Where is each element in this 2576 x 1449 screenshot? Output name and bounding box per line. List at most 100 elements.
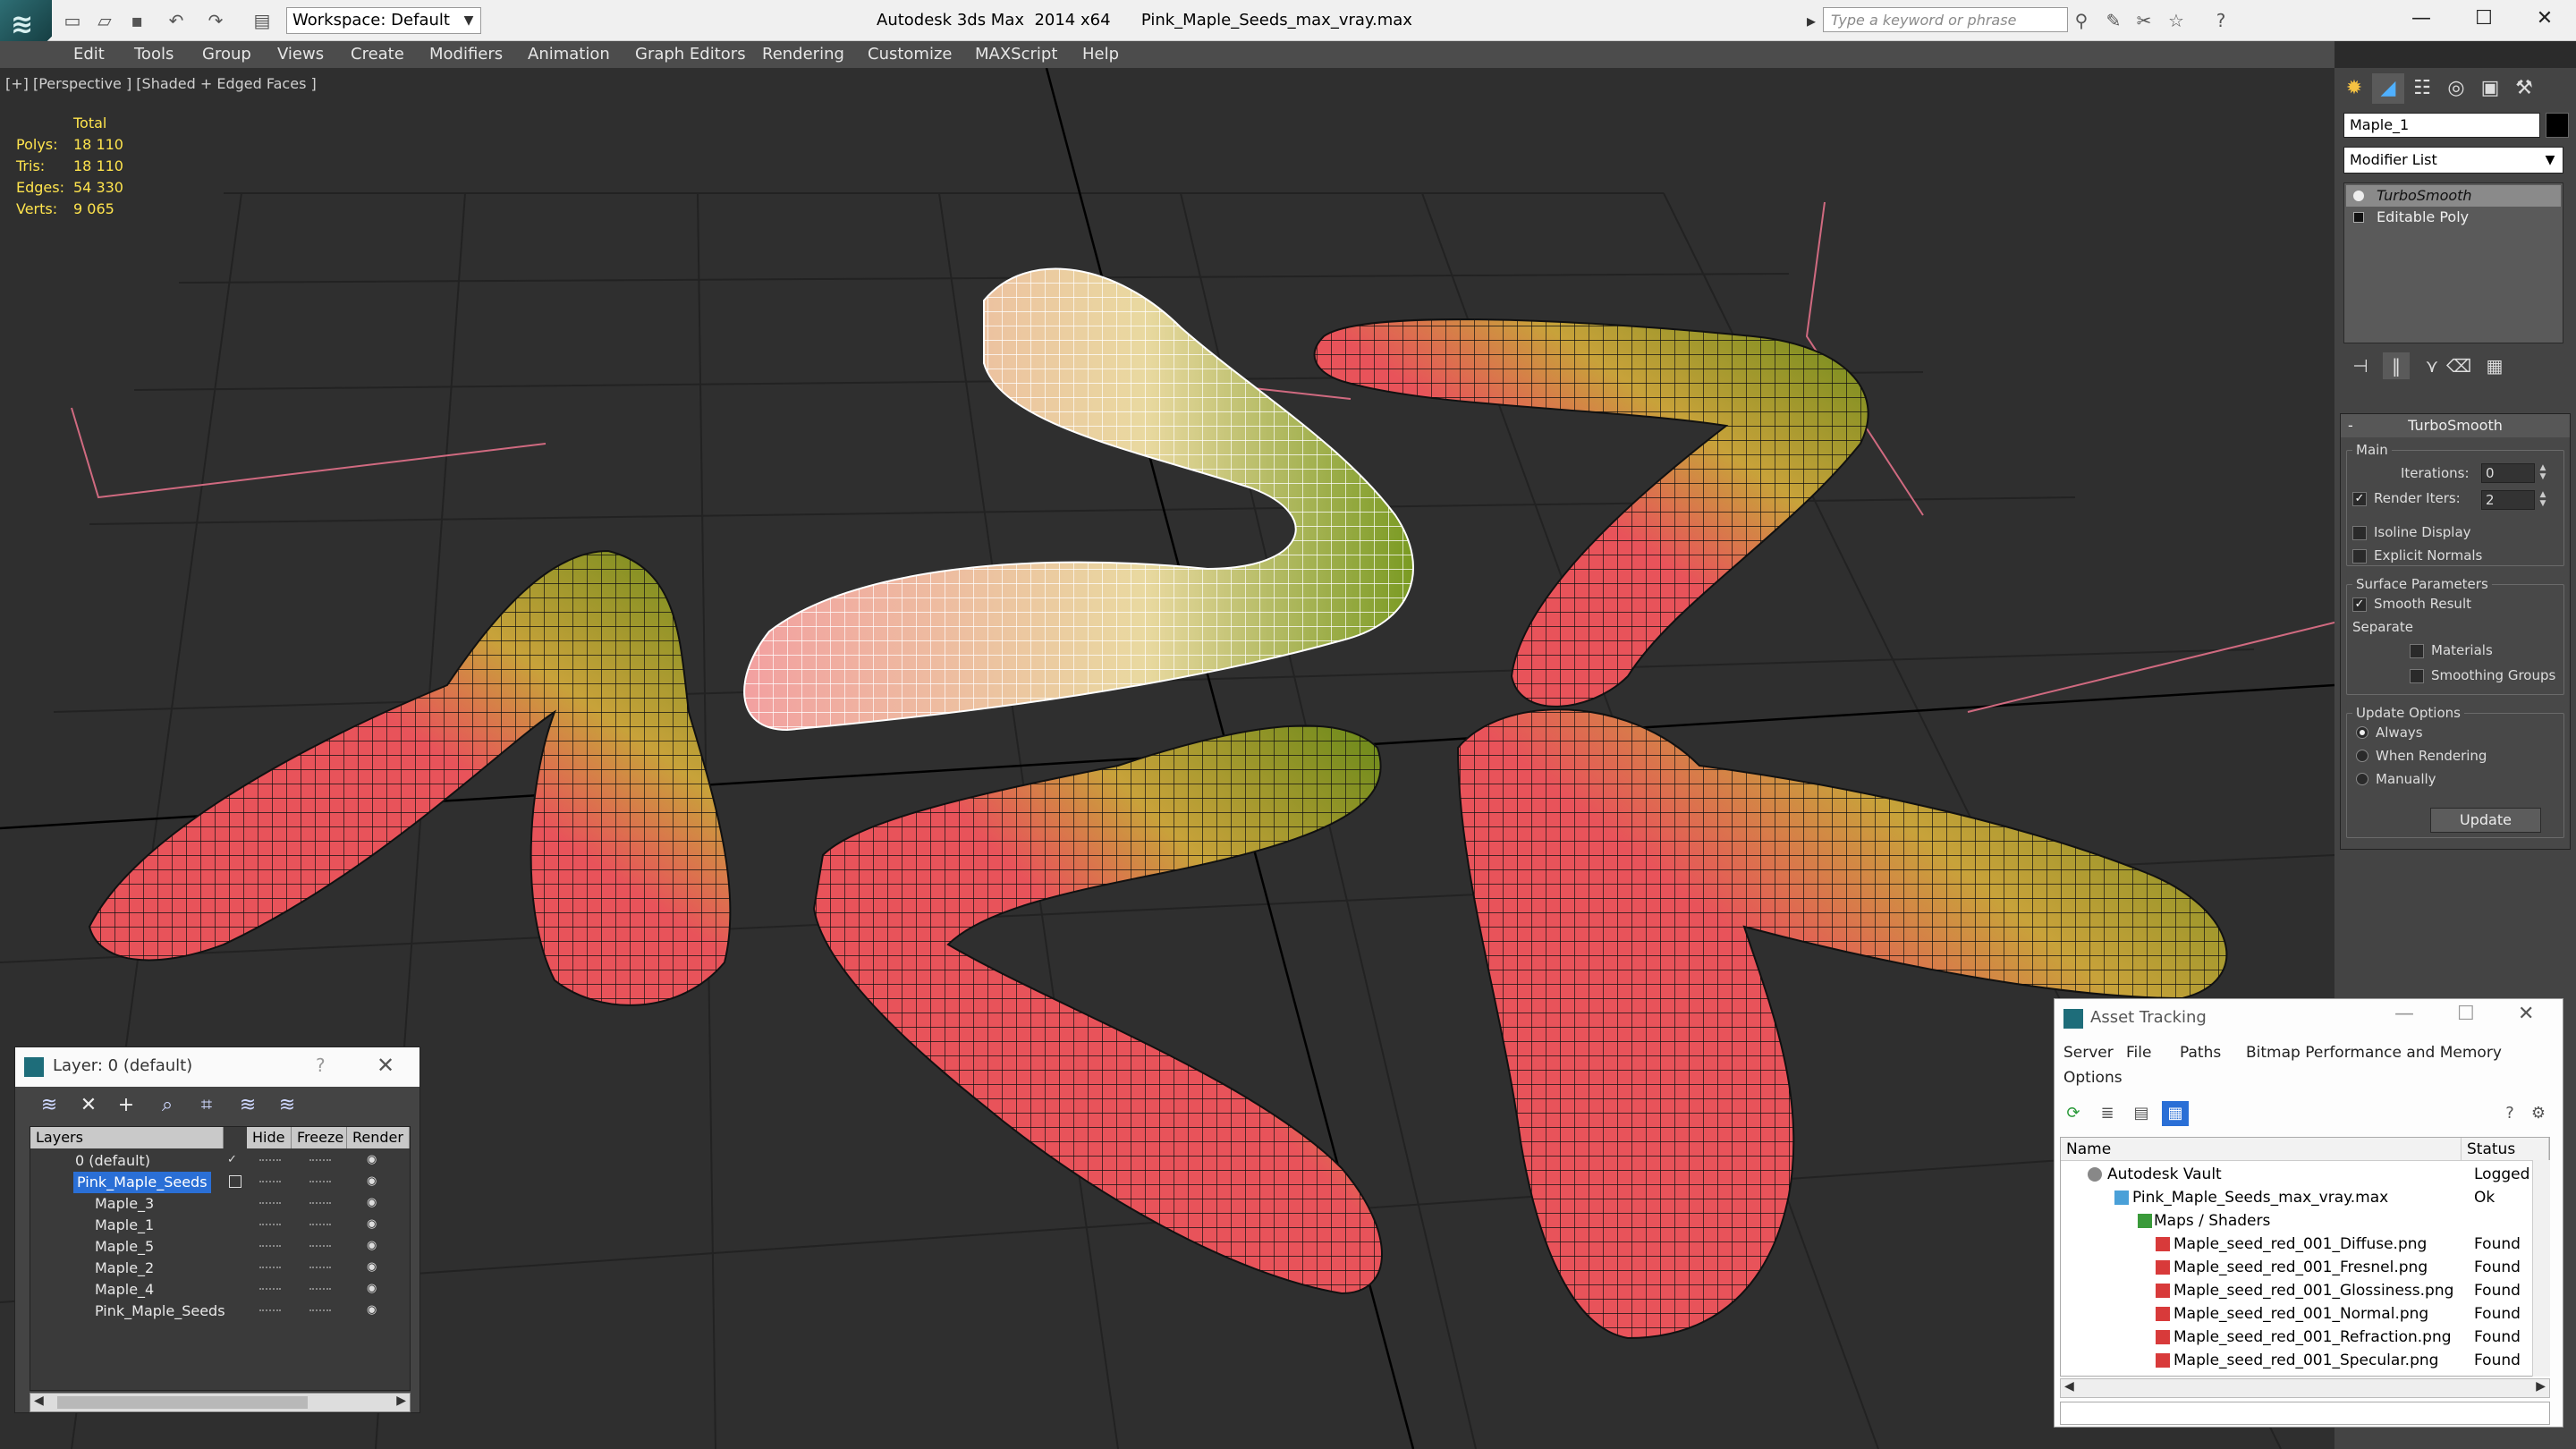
asset-menu-bitmap[interactable]: Bitmap Performance and Memory: [2246, 1044, 2502, 1062]
create-tab-icon[interactable]: ✹: [2338, 73, 2370, 104]
vertical-scrollbar[interactable]: [2532, 1160, 2550, 1377]
close-icon[interactable]: ✕: [2513, 0, 2576, 39]
minimize-icon[interactable]: —: [2394, 1003, 2414, 1025]
select-objects-icon[interactable]: ⌕: [153, 1092, 182, 1119]
menu-animation[interactable]: Animation: [528, 45, 610, 64]
viewport-label[interactable]: [+] [Perspective ] [Shaded + Edged Faces…: [5, 75, 317, 92]
rollout-header[interactable]: TurboSmooth: [2341, 414, 2570, 437]
hide-toggle[interactable]: [259, 1224, 281, 1226]
hide-toggle[interactable]: [259, 1245, 281, 1248]
object-color-swatch[interactable]: [2546, 113, 2569, 138]
menu-graph-editors[interactable]: Graph Editors: [635, 45, 746, 64]
menu-modifiers[interactable]: Modifiers: [429, 45, 503, 64]
freeze-toggle[interactable]: [309, 1159, 331, 1162]
stack-item-turbosmooth[interactable]: TurboSmooth: [2346, 185, 2561, 207]
always-radio[interactable]: [2356, 726, 2368, 739]
binoculars-icon[interactable]: ⚲: [2070, 9, 2093, 32]
freeze-toggle[interactable]: [309, 1267, 331, 1269]
hide-toggle[interactable]: [259, 1159, 281, 1162]
menu-create[interactable]: Create: [351, 45, 404, 64]
make-unique-icon[interactable]: ⋎: [2419, 352, 2445, 379]
asset-menu-options[interactable]: Options: [2063, 1069, 2123, 1087]
render-teapot-icon[interactable]: ◉: [367, 1304, 381, 1317]
asset-menu-paths[interactable]: Paths: [2180, 1044, 2221, 1062]
asset-row[interactable]: Maps / Shaders: [2061, 1209, 2549, 1233]
scroll-left-icon[interactable]: ◀: [2064, 1379, 2074, 1394]
minimize-icon[interactable]: —: [2390, 0, 2453, 39]
menu-views[interactable]: Views: [277, 45, 324, 64]
help-icon[interactable]: ?: [316, 1055, 326, 1076]
modify-tab-icon[interactable]: ◢: [2372, 73, 2404, 104]
menu-tools[interactable]: Tools: [134, 45, 174, 64]
render-teapot-icon[interactable]: ◉: [367, 1261, 381, 1274]
col-status[interactable]: Status: [2462, 1138, 2549, 1161]
bulb-icon[interactable]: [2353, 191, 2364, 201]
render-iters-checkbox[interactable]: ✓: [2352, 492, 2367, 506]
materials-checkbox[interactable]: [2410, 644, 2424, 658]
add-layer-icon[interactable]: +: [112, 1092, 140, 1119]
render-teapot-icon[interactable]: ◉: [367, 1283, 381, 1295]
undo-icon[interactable]: ↶: [165, 9, 188, 32]
asset-row[interactable]: Maple_seed_red_001_Glossiness.png Found: [2061, 1279, 2549, 1302]
close-icon[interactable]: ✕: [2518, 1003, 2534, 1025]
menu-maxscript[interactable]: MAXScript: [975, 45, 1057, 64]
asset-row[interactable]: Maple_seed_red_001_Normal.png Found: [2061, 1302, 2549, 1326]
help-icon[interactable]: ?: [2496, 1101, 2523, 1126]
asset-row[interactable]: Autodesk Vault Logged: [2061, 1163, 2549, 1186]
freeze-toggle[interactable]: [309, 1288, 331, 1291]
col-freeze[interactable]: Freeze: [292, 1127, 347, 1148]
hierarchy-tab-icon[interactable]: ☷: [2406, 73, 2438, 104]
manually-radio[interactable]: [2356, 773, 2368, 785]
menu-edit[interactable]: Edit: [73, 45, 105, 64]
render-teapot-icon[interactable]: ◉: [367, 1154, 381, 1166]
freeze-toggle[interactable]: [309, 1309, 331, 1312]
asset-row[interactable]: Pink_Maple_Seeds_max_vray.max Ok: [2061, 1186, 2549, 1209]
iterations-spinner[interactable]: 0: [2481, 463, 2535, 483]
layer-row-selected[interactable]: Pink_Maple_Seeds ◉: [30, 1172, 410, 1193]
save-icon[interactable]: ▪: [125, 9, 148, 32]
refresh-icon[interactable]: ⟳: [2060, 1101, 2087, 1126]
render-iters-spinner[interactable]: 2: [2481, 490, 2535, 510]
freeze-toggle[interactable]: [309, 1224, 331, 1226]
connect-icon[interactable]: ✂: [2132, 9, 2156, 32]
tools-icon[interactable]: ✎: [2102, 9, 2125, 32]
hide-toggle[interactable]: [259, 1288, 281, 1291]
workspace-dropdown[interactable]: Workspace: Default: [286, 7, 481, 34]
close-icon[interactable]: ✕: [377, 1053, 394, 1078]
layer-row[interactable]: 0 (default) ✓ ◉: [30, 1150, 410, 1172]
menu-group[interactable]: Group: [202, 45, 251, 64]
open-file-icon[interactable]: ▱: [93, 9, 116, 32]
render-teapot-icon[interactable]: ◉: [367, 1197, 381, 1209]
hide-toggle[interactable]: [259, 1202, 281, 1205]
configure-sets-icon[interactable]: ▦: [2481, 352, 2508, 379]
modifier-list-dropdown[interactable]: Modifier List: [2343, 147, 2563, 174]
show-end-result-icon[interactable]: ‖: [2383, 352, 2410, 379]
motion-tab-icon[interactable]: ◎: [2440, 73, 2472, 104]
highlight-layer-icon[interactable]: ⌗: [192, 1092, 221, 1119]
favorites-star-icon[interactable]: ☆: [2165, 9, 2188, 32]
pin-stack-icon[interactable]: ⊣: [2347, 352, 2374, 379]
object-name-field[interactable]: Maple_1: [2343, 113, 2540, 138]
object-row[interactable]: Maple_2 ◉: [30, 1258, 410, 1279]
hide-toggle[interactable]: [259, 1181, 281, 1183]
maximize-icon[interactable]: ☐: [2453, 0, 2515, 39]
hide-toggle[interactable]: [259, 1309, 281, 1312]
spinner-arrows-icon[interactable]: ▲ ▼: [2537, 490, 2549, 510]
chevron-down-icon[interactable]: ▼: [458, 8, 479, 33]
utilities-tab-icon[interactable]: ⚒: [2508, 73, 2540, 104]
freeze-toggle[interactable]: [309, 1202, 331, 1205]
menu-help[interactable]: Help: [1082, 45, 1119, 64]
current-layer-check-icon[interactable]: ✓: [227, 1154, 242, 1166]
object-row[interactable]: Maple_5 ◉: [30, 1236, 410, 1258]
layer-panel-titlebar[interactable]: Layer: 0 (default) ? ✕: [15, 1047, 419, 1087]
asset-row[interactable]: Maple_seed_red_001_Diffuse.png Found: [2061, 1233, 2549, 1256]
render-teapot-icon[interactable]: ◉: [367, 1240, 381, 1252]
new-file-icon[interactable]: ▭: [61, 9, 84, 32]
col-render[interactable]: Render: [347, 1127, 410, 1148]
display-tab-icon[interactable]: ▣: [2474, 73, 2506, 104]
asset-row[interactable]: Maple_seed_red_001_Refraction.png Found: [2061, 1326, 2549, 1349]
object-row[interactable]: Maple_4 ◉: [30, 1279, 410, 1301]
object-row[interactable]: Maple_1 ◉: [30, 1215, 410, 1236]
explicit-normals-checkbox[interactable]: [2352, 549, 2367, 564]
col-hide[interactable]: Hide: [247, 1127, 292, 1148]
